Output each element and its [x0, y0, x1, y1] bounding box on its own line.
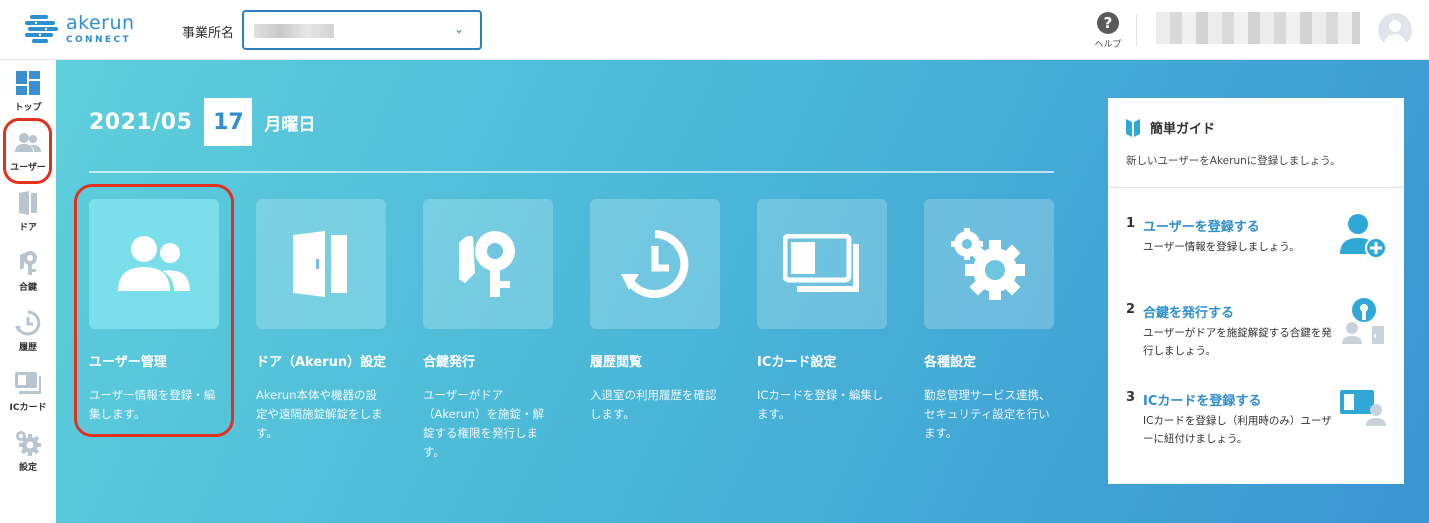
card-history[interactable]: 履歴閲覧 入退室の利用履歴を確認します。: [590, 199, 720, 424]
quick-guide-panel: 簡単ガイド 新しいユーザーをAkerunに登録しましょう。 1 ユーザーを登録す…: [1108, 98, 1404, 484]
card-desc: 入退室の利用履歴を確認します。: [590, 388, 717, 421]
sidebar-item-top[interactable]: トップ: [0, 70, 56, 113]
key-user-icon: [1342, 298, 1384, 344]
card-desc: 勤怠管理サービス連携、セキュリティ設定を行います。: [924, 388, 1051, 440]
office-name-redacted: [254, 24, 334, 38]
akerun-logo-mark-icon: [25, 15, 58, 43]
sidebar-item-settings[interactable]: 設定: [0, 430, 56, 473]
card-desc: ICカードを登録・編集します。: [757, 388, 884, 421]
card-tile[interactable]: [89, 199, 219, 329]
step-link-register-ic-card[interactable]: ICカードを登録する: [1143, 390, 1261, 409]
office-label: 事業所名: [182, 26, 235, 41]
dashboard-icon: [15, 70, 41, 96]
app-header: akerun CONNECT 事業所名 ⌄ ? ヘルプ: [0, 0, 1429, 60]
card-ic-card[interactable]: ICカード設定 ICカードを登録・編集します。: [757, 199, 887, 424]
key-icon: [15, 250, 41, 276]
ic-card-user-icon: [1340, 390, 1386, 426]
sidebar-item-key[interactable]: 合鍵: [0, 250, 56, 293]
step-link-register-user[interactable]: ユーザーを登録する: [1143, 216, 1260, 235]
card-title: ドア（Akerun）設定: [256, 355, 387, 370]
card-title: 各種設定: [924, 355, 977, 370]
sidebar-item-label: トップ: [14, 103, 42, 113]
sidebar-item-label: 履歴: [18, 343, 37, 353]
gear-icon: [951, 228, 1025, 300]
guide-title-text: 簡単ガイド: [1150, 122, 1216, 137]
card-title: 合鍵発行: [423, 355, 476, 370]
header-divider: [1136, 14, 1137, 46]
step-number: 2: [1126, 302, 1136, 317]
logo-sub: CONNECT: [66, 34, 132, 45]
sidebar: トップ ユーザー ドア 合鍵 履歴 ICカード 設定: [0, 60, 56, 523]
bookmark-icon: [1126, 118, 1140, 137]
step-link-issue-key[interactable]: 合鍵を発行する: [1143, 302, 1234, 321]
step-desc: ユーザーがドアを施錠解錠する合鍵を発行しましょう。: [1143, 327, 1332, 357]
weekday: 月曜日: [264, 114, 316, 135]
card-title: ICカード設定: [757, 355, 837, 370]
avatar[interactable]: [1378, 13, 1412, 47]
card-tile[interactable]: [256, 199, 386, 329]
logo-name: akerun: [66, 11, 135, 34]
chevron-down-icon: ⌄: [453, 22, 464, 36]
door-icon: [15, 190, 41, 216]
guide-header: 簡単ガイド 新しいユーザーをAkerunに登録しましょう。: [1108, 98, 1404, 188]
card-tile[interactable]: [757, 199, 887, 329]
year-month: 2021/05: [89, 109, 193, 135]
add-user-icon: [1340, 214, 1387, 259]
card-user-management[interactable]: ユーザー管理 ユーザー情報を登録・編集します。: [89, 199, 219, 424]
users-icon: [118, 236, 190, 291]
step-number: 1: [1126, 216, 1136, 231]
help-button[interactable]: ? ヘルプ: [1090, 12, 1126, 50]
user-name-redacted[interactable]: [1156, 12, 1360, 44]
history-icon: [15, 310, 41, 336]
card-desc: ユーザーがドア（Akerun）を施錠・解錠する権限を発行します。: [423, 388, 544, 459]
step-desc: ICカードを登録し（利用時のみ）ユーザーに紐付けましょう。: [1143, 415, 1332, 445]
day-box: 17: [204, 98, 253, 146]
card-title: 履歴閲覧: [590, 355, 643, 370]
main-content: 2021/05 17 月曜日 ユーザー管理 ユーザー情報を登録・編集します。 ド…: [56, 60, 1429, 523]
sidebar-item-ic-card[interactable]: ICカード: [0, 370, 56, 413]
sidebar-highlight-annotation: [3, 118, 52, 184]
logo-text: akerun CONNECT: [66, 11, 135, 45]
history-icon: [621, 230, 689, 298]
help-icon: ?: [1097, 12, 1119, 34]
date-display: 2021/05 17 月曜日: [89, 97, 315, 147]
sidebar-item-history[interactable]: 履歴: [0, 310, 56, 353]
sidebar-item-door[interactable]: ドア: [0, 190, 56, 233]
gear-icon: [15, 430, 41, 456]
help-label: ヘルプ: [1094, 40, 1122, 50]
card-tile[interactable]: [590, 199, 720, 329]
card-desc: Akerun本体や機器の設定や遠隔施錠解錠をします。: [256, 388, 383, 440]
office-select[interactable]: ⌄: [242, 10, 482, 50]
step-desc: ユーザー情報を登録しましょう。: [1143, 241, 1300, 253]
ic-card-icon: [783, 234, 859, 292]
akerun-logo[interactable]: akerun CONNECT: [24, 11, 154, 47]
sidebar-item-label: ICカード: [9, 403, 47, 413]
ic-card-icon: [15, 370, 41, 396]
door-icon: [293, 231, 347, 297]
guide-subtitle: 新しいユーザーをAkerunに登録しましょう。: [1126, 155, 1341, 167]
card-key-issue[interactable]: 合鍵発行 ユーザーがドア（Akerun）を施錠・解錠する権限を発行します。: [423, 199, 553, 462]
card-tile[interactable]: [423, 199, 553, 329]
card-settings[interactable]: 各種設定 勤怠管理サービス連携、セキュリティ設定を行います。: [924, 199, 1054, 443]
card-title: ユーザー管理: [89, 355, 167, 370]
step-number: 3: [1126, 390, 1136, 405]
date-divider: [89, 171, 1054, 173]
key-icon: [459, 231, 515, 297]
sidebar-item-label: 合鍵: [18, 283, 37, 293]
card-door-settings[interactable]: ドア（Akerun）設定 Akerun本体や機器の設定や遠隔施錠解錠をします。: [256, 199, 386, 443]
card-desc: ユーザー情報を登録・編集します。: [89, 388, 216, 421]
card-tile[interactable]: [924, 199, 1054, 329]
sidebar-item-label: ドア: [18, 223, 37, 233]
guide-title: 簡単ガイド: [1126, 118, 1386, 137]
sidebar-item-label: 設定: [18, 463, 37, 473]
